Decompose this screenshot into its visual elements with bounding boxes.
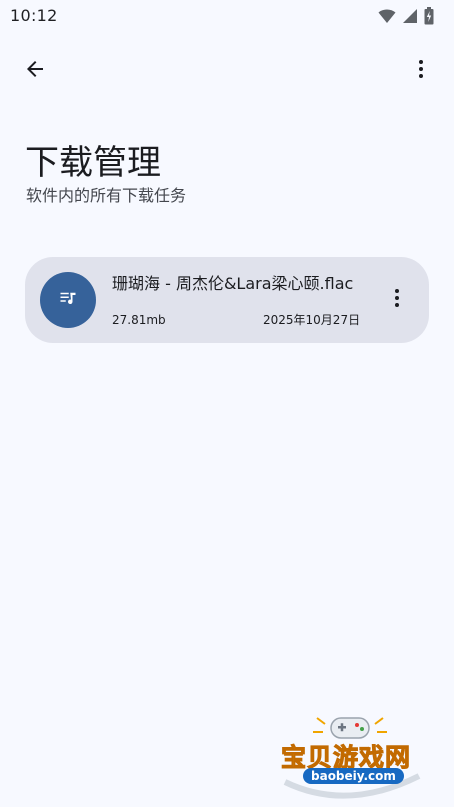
top-app-bar: [0, 40, 454, 100]
more-vertical-icon: [385, 286, 409, 314]
page-subtitle: 软件内的所有下载任务: [26, 186, 187, 205]
file-date: 2025年10月27日: [263, 313, 361, 327]
music-queue-icon: [59, 289, 77, 311]
overflow-menu-button[interactable]: [400, 50, 442, 92]
file-avatar: [40, 272, 96, 328]
wifi-icon: [378, 8, 396, 28]
file-size: 27.81mb: [112, 313, 166, 327]
signal-icon: [402, 8, 418, 28]
more-vertical-icon: [409, 57, 433, 85]
download-item[interactable]: 珊瑚海 - 周杰伦&Lara梁心颐.flac 27.81mb 2025年10月2…: [25, 257, 429, 343]
status-icons: [378, 7, 434, 29]
watermark-url: baobeiy.com: [303, 768, 404, 784]
watermark: 宝贝游戏网 baobeiy.com: [277, 712, 427, 804]
battery-charging-icon: [424, 7, 434, 29]
status-bar: 10:12: [0, 0, 454, 32]
status-time: 10:12: [10, 6, 58, 25]
item-menu-button[interactable]: [377, 280, 417, 320]
page-title: 下载管理: [25, 143, 161, 183]
file-name: 珊瑚海 - 周杰伦&Lara梁心颐.flac: [112, 274, 354, 293]
arrow-left-icon: [23, 57, 47, 85]
back-button[interactable]: [14, 50, 56, 92]
